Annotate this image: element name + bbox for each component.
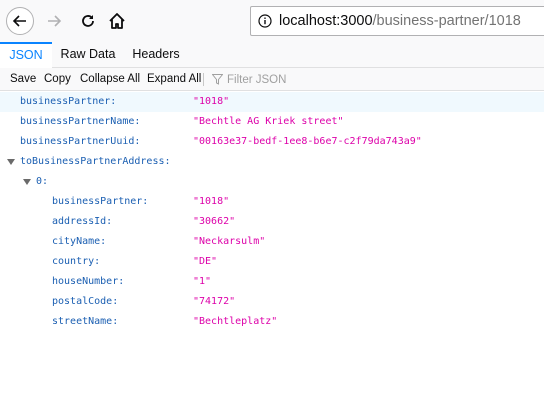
json-row[interactable]: country: "DE" — [0, 252, 544, 272]
json-value: "74172" — [193, 296, 236, 307]
site-info-icon[interactable] — [251, 14, 279, 28]
json-key: addressId: — [52, 216, 113, 227]
reload-button[interactable] — [74, 7, 102, 35]
json-row[interactable]: 0: — [0, 172, 544, 192]
json-key: businessPartnerName: — [20, 116, 141, 127]
filter-json-input[interactable]: Filter JSON — [212, 68, 286, 91]
filter-placeholder: Filter JSON — [227, 73, 287, 86]
json-key: businessPartner: — [52, 196, 149, 207]
json-value: "1018" — [193, 196, 230, 207]
json-row[interactable]: businessPartner: "1018" — [0, 92, 544, 112]
tab-json[interactable]: JSON — [0, 42, 52, 68]
json-row[interactable]: toBusinessPartnerAddress: — [0, 152, 544, 172]
json-key: cityName: — [52, 236, 107, 247]
url-host: localhost:3000 — [279, 13, 373, 29]
home-icon — [109, 13, 125, 29]
json-row[interactable]: businessPartnerUuid: "00163e37-bedf-1ee8… — [0, 132, 544, 152]
viewer-tabs: JSON Raw Data Headers — [0, 42, 544, 68]
json-row[interactable]: houseNumber: "1" — [0, 272, 544, 292]
json-row[interactable]: streetName: "Bechtleplatz" — [0, 312, 544, 332]
json-value: "00163e37-bedf-1ee8-b6e7-c2f79da743a9" — [193, 136, 422, 147]
url-bar[interactable]: localhost:3000/business-partner/1018 — [250, 6, 544, 36]
collapse-all-button[interactable]: Collapse All — [80, 68, 140, 91]
json-value: "30662" — [193, 216, 236, 227]
json-key: 0: — [36, 176, 49, 187]
json-key: businessPartnerUuid: — [20, 136, 141, 147]
url-path: /business-partner/1018 — [372, 13, 521, 29]
home-button[interactable] — [103, 7, 131, 35]
expand-toggle-icon[interactable] — [7, 159, 15, 165]
expand-all-button[interactable]: Expand All — [147, 68, 201, 91]
json-value: "DE" — [193, 256, 218, 267]
forward-button[interactable] — [40, 7, 68, 35]
json-key: country: — [52, 256, 101, 267]
json-key: houseNumber: — [52, 276, 125, 287]
json-key: postalCode: — [52, 296, 119, 307]
json-row[interactable]: businessPartner: "1018" — [0, 192, 544, 212]
json-value: "1018" — [193, 96, 230, 107]
save-button[interactable]: Save — [10, 68, 36, 91]
tab-raw-data[interactable]: Raw Data — [52, 42, 124, 68]
copy-button[interactable]: Copy — [44, 68, 71, 91]
arrow-right-icon — [48, 15, 62, 27]
expand-toggle-icon[interactable] — [23, 179, 31, 185]
reload-icon — [82, 15, 94, 27]
json-row[interactable]: businessPartnerName: "Bechtle AG Kriek s… — [0, 112, 544, 132]
json-value: "Bechtle AG Kriek street" — [193, 116, 344, 127]
toolbar-divider — [203, 73, 204, 86]
filter-icon — [212, 74, 223, 85]
json-row[interactable]: postalCode: "74172" — [0, 292, 544, 312]
json-key: toBusinessPartnerAddress: — [20, 156, 171, 167]
arrow-left-icon — [12, 15, 26, 27]
json-key: businessPartner: — [20, 96, 117, 107]
url-text: localhost:3000/business-partner/1018 — [279, 13, 521, 29]
json-row[interactable]: addressId: "30662" — [0, 212, 544, 232]
json-row[interactable]: cityName: "Neckarsulm" — [0, 232, 544, 252]
json-toolbar: Save Copy Collapse All Expand All Filter… — [0, 68, 544, 91]
back-button[interactable] — [6, 7, 34, 35]
json-value: "Bechtleplatz" — [193, 316, 278, 327]
browser-toolbar: localhost:3000/business-partner/1018 — [0, 0, 544, 42]
tab-headers[interactable]: Headers — [124, 42, 188, 68]
json-value: "Neckarsulm" — [193, 236, 266, 247]
json-key: streetName: — [52, 316, 119, 327]
json-value: "1" — [193, 276, 212, 287]
